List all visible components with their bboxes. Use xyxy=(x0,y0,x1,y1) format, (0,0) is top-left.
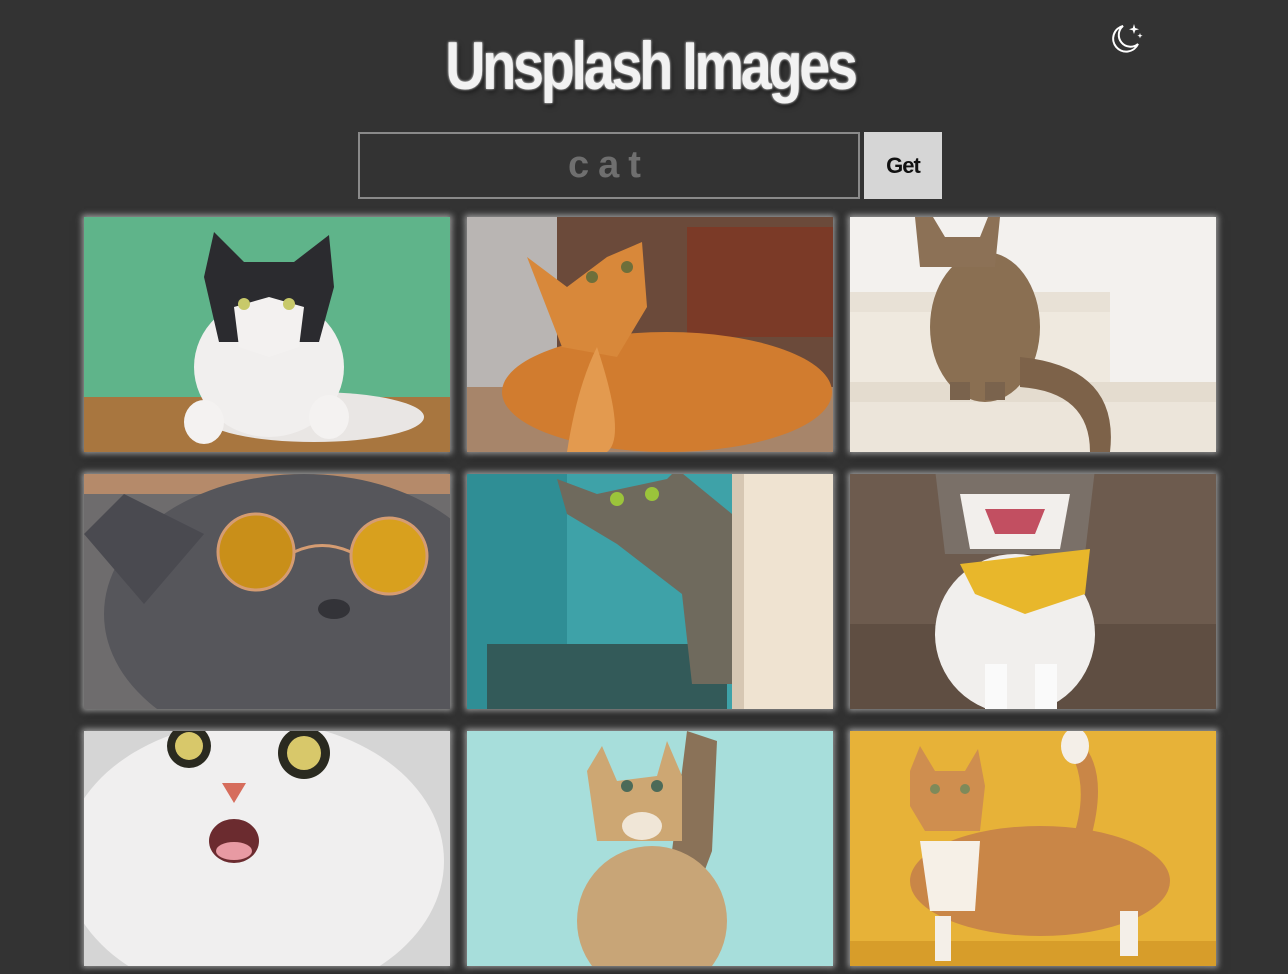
gallery-image[interactable] xyxy=(467,731,833,966)
image-gallery xyxy=(84,217,1216,966)
gallery-image[interactable] xyxy=(850,217,1216,452)
gallery-image[interactable] xyxy=(84,217,450,452)
gallery-image[interactable] xyxy=(84,731,450,966)
gallery-image[interactable] xyxy=(467,217,833,452)
gallery-image[interactable] xyxy=(850,474,1216,709)
gallery-image[interactable] xyxy=(850,731,1216,966)
gallery-image[interactable] xyxy=(84,474,450,709)
search-bar: Get xyxy=(358,132,942,199)
search-input[interactable] xyxy=(358,132,860,199)
gallery-image[interactable] xyxy=(467,474,833,709)
page-title: Unsplash Images xyxy=(445,28,858,104)
app-page: Unsplash Images Get xyxy=(0,0,1288,974)
moon-stars-icon xyxy=(1112,24,1143,53)
get-button[interactable]: Get xyxy=(864,132,942,199)
theme-toggle-button[interactable] xyxy=(1106,20,1146,56)
